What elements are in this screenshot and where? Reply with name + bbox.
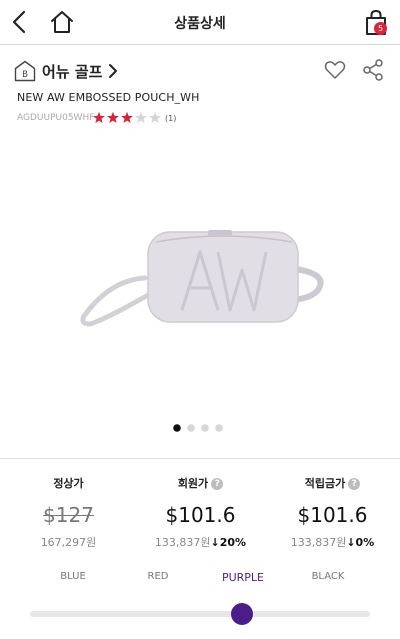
help-icon[interactable]: ? [211,478,224,490]
points-price-label-row: 적립금가? [266,475,399,491]
member-price-column: 회원가? $101.6 133,837원↓20% [134,475,267,550]
points-price-label: 적립금가 [304,477,346,490]
option-purple[interactable]: PURPLE [203,571,283,584]
chevron-right-icon[interactable] [107,62,119,80]
option-slider-thumb[interactable] [231,603,253,625]
brand-badge-letter: B [22,70,28,80]
carousel-dot[interactable] [173,424,181,432]
share-icon[interactable] [362,59,384,81]
product-image[interactable]: AW [70,220,340,340]
star-icon [121,111,133,124]
product-image-emboss-label: AW [70,220,72,221]
top-bar: 상품상세 5 [0,0,400,45]
points-price-column: 적립금가? $101.6 133,837원↓0% [266,475,399,550]
product-code: AGDUUPU05WHF [17,113,95,123]
member-price-label: 회원가 [177,477,209,490]
brand-name-link[interactable]: 어뉴 골프 [42,61,102,82]
carousel-dots[interactable] [172,423,232,433]
regular-price: $127 [43,503,94,527]
points-price-krw: 133,837원 [290,536,347,549]
member-price-label-row: 회원가? [134,475,267,491]
option-blue[interactable]: BLUE [33,571,113,582]
points-discount: ↓0% [346,536,375,549]
carousel-dot[interactable] [201,424,209,432]
section-divider [0,458,400,459]
rating-stars [93,111,161,124]
home-icon[interactable] [48,8,76,36]
regular-price-label: 정상가 [53,477,84,490]
star-icon [149,111,161,124]
member-price-sub: 133,837원↓20% [134,534,267,550]
points-price-sub: 133,837원↓0% [266,534,399,550]
star-icon [135,111,147,124]
points-price: $101.6 [297,503,368,527]
back-arrow-icon[interactable] [8,9,32,35]
option-slider-track[interactable] [30,611,370,617]
regular-price-krw: 167,297원 [40,536,97,549]
brand-row: B 어뉴 골프 [14,58,386,84]
brand-badge-icon: B [14,60,36,82]
member-price-krw: 133,837원 [154,536,211,549]
member-discount: ↓20% [210,536,247,549]
review-count[interactable]: (1) [165,114,176,123]
carousel-dot[interactable] [215,424,223,432]
cart-count-badge: 5 [374,22,387,35]
help-icon[interactable]: ? [348,478,361,490]
star-icon [107,111,119,124]
heart-icon[interactable] [324,60,346,80]
regular-price-column: 정상가 $127 167,297원 [2,475,135,550]
star-icon [93,111,105,124]
option-black[interactable]: BLACK [288,571,368,582]
carousel-dot[interactable] [187,424,195,432]
option-red[interactable]: RED [118,571,198,582]
option-selector: BLUE RED PURPLE BLACK [0,571,400,585]
product-name: NEW AW EMBOSSED POUCH_WH [17,91,200,104]
member-price: $101.6 [165,503,236,527]
